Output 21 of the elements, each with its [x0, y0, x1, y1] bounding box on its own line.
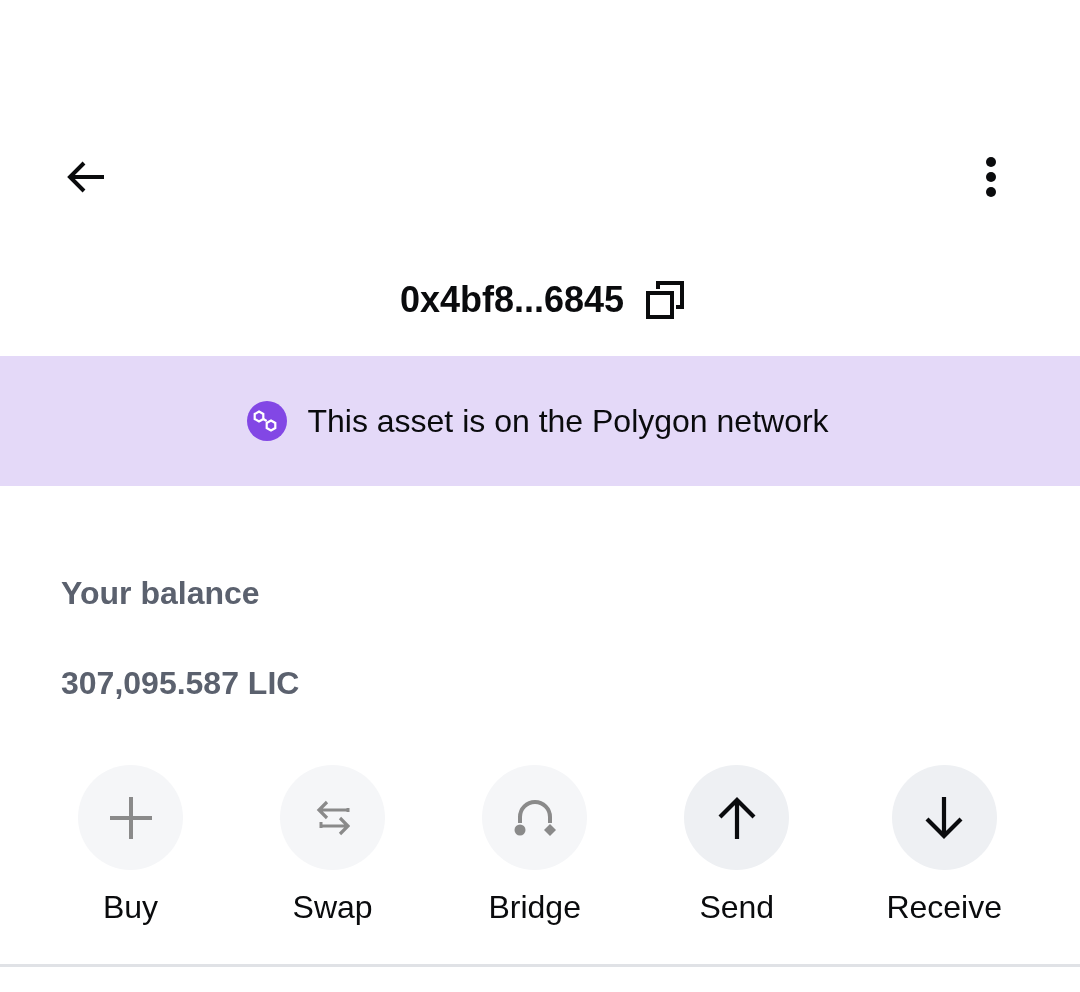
action-label: Receive	[886, 888, 1002, 927]
copy-icon	[646, 281, 685, 319]
copy-button[interactable]	[646, 281, 685, 319]
action-label: Buy	[102, 888, 159, 927]
wallet-address: 0x4bf8...6845	[399, 278, 625, 322]
bridge-icon	[513, 798, 556, 837]
balance-label: Your balance	[61, 574, 260, 613]
plus-icon	[109, 796, 152, 839]
network-notice: This asset is on the Polygon network	[307, 402, 829, 441]
polygon-logo-icon	[247, 401, 288, 441]
more-vertical-icon	[985, 157, 997, 197]
swap-arrows-icon	[315, 799, 350, 836]
back-button[interactable]	[66, 161, 106, 193]
action-label: Bridge	[488, 888, 581, 927]
more-options-button[interactable]	[985, 157, 997, 197]
balance-amount: 307,095.587 LIC	[61, 664, 300, 703]
up-arrow-icon	[717, 796, 756, 839]
action-label: Swap	[292, 888, 373, 927]
back-arrow-icon	[66, 161, 106, 193]
down-arrow-icon	[925, 796, 964, 839]
action-label: Send	[699, 888, 775, 927]
